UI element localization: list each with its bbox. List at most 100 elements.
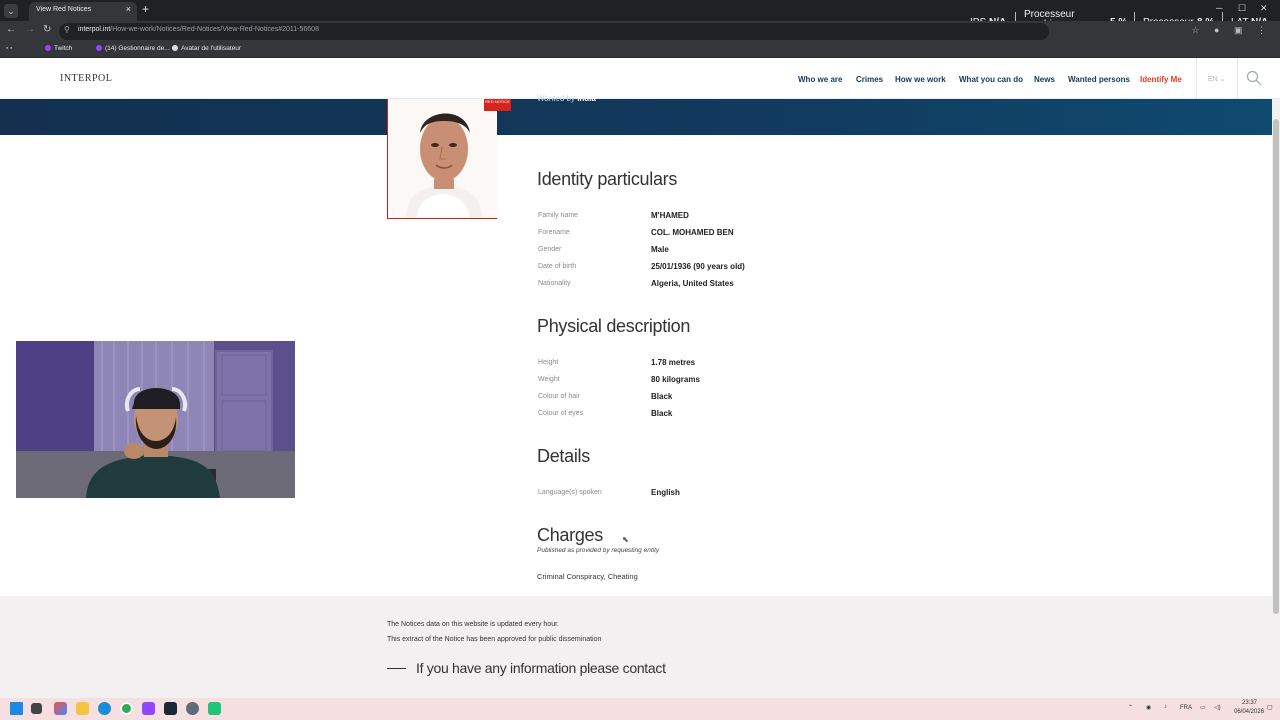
chevron-down-icon: ⌄ — [1219, 76, 1226, 83]
copilot-icon[interactable] — [54, 702, 67, 715]
start-icon[interactable] — [10, 702, 23, 715]
family-name-value: M'HAMED — [651, 211, 689, 220]
maximize-icon[interactable]: ☐ — [1238, 3, 1246, 14]
window-controls: ─ ☐ ✕ — [1208, 0, 1280, 21]
nationality-value: Algeria, United States — [651, 279, 734, 288]
languages-label: Language(s) spoken — [538, 489, 602, 496]
chrome-icon[interactable] — [120, 702, 133, 715]
mouse-cursor-icon: ⬉ — [622, 535, 629, 544]
wanted-person-photo[interactable] — [387, 99, 497, 219]
app-icon[interactable] — [208, 702, 221, 715]
bookmark-avatar[interactable]: Avatar de l'utilisateur — [172, 45, 241, 52]
windows-taskbar: ⌃ ◉ ♪ FRA ▭ ◁) 23:37 06/04/2026 ▢ — [0, 698, 1280, 720]
tab-close-icon[interactable]: × — [126, 4, 131, 14]
physical-section-title: Physical description — [537, 316, 691, 336]
red-notice-tag: RED NOTICE — [484, 99, 511, 111]
twitch-icon — [45, 45, 51, 51]
url-domain: interpol.int — [78, 26, 111, 33]
notifications-icon[interactable]: ▢ — [1267, 704, 1273, 711]
tab-search-button[interactable]: ⌄ — [4, 4, 18, 18]
footer-dash — [387, 668, 406, 669]
eye-colour-value: Black — [651, 409, 673, 418]
bookmark-gestionnaire[interactable]: (14) Gestionnaire de... — [96, 45, 170, 52]
nav-how-we-work[interactable]: How we work — [895, 75, 946, 84]
footer-band — [0, 596, 1272, 698]
footer-approval-note: This extract of the Notice has been appr… — [387, 636, 602, 643]
bookmarks-bar: ▪ ▪ Twitch (14) Gestionnaire de... Avata… — [0, 42, 1280, 58]
nav-crimes[interactable]: Crimes — [856, 75, 883, 84]
forward-icon[interactable]: → — [25, 24, 35, 35]
eye-colour-label: Colour of eyes — [538, 410, 584, 417]
gender-value: Male — [651, 245, 669, 254]
page-scrollbar[interactable] — [1272, 99, 1280, 698]
height-value: 1.78 metres — [651, 358, 696, 367]
identity-section-title: Identity particulars — [537, 169, 678, 189]
twitch-app-icon[interactable] — [142, 702, 155, 715]
reload-icon[interactable]: ↻ — [43, 24, 51, 35]
hair-colour-value: Black — [651, 392, 673, 401]
keyboard-language[interactable]: FRA — [1180, 705, 1192, 711]
charges-text: Criminal Conspiracy, Cheating — [537, 572, 638, 581]
gender-label: Gender — [538, 246, 562, 253]
settings-gear-icon[interactable] — [186, 702, 199, 715]
weight-label: Weight — [538, 376, 560, 383]
wanted-by-country: India — [577, 94, 596, 103]
portrait-image — [388, 99, 497, 218]
minimize-icon[interactable]: ─ — [1216, 3, 1222, 13]
bookmark-label: Avatar de l'utilisateur — [181, 45, 242, 52]
language-selector[interactable]: EN ⌄ — [1196, 58, 1238, 99]
charges-subtitle: Published as provided by requesting enti… — [537, 547, 660, 554]
footer-update-note: The Notices data on this website is upda… — [387, 621, 559, 628]
nav-news[interactable]: News — [1034, 75, 1055, 84]
wanted-by: Wanted by India — [537, 94, 596, 103]
clock-date[interactable]: 06/04/2026 — [1234, 709, 1264, 715]
scrollbar-thumb[interactable] — [1273, 119, 1279, 614]
browser-tab-bar: ⌄ View Red Notices × + ─ ☐ ✕ — [0, 0, 1280, 21]
search-icon[interactable] — [1246, 70, 1262, 86]
details-section-title: Details — [537, 446, 590, 466]
steam-icon[interactable] — [164, 702, 177, 715]
globe-icon — [172, 45, 178, 51]
network-icon[interactable]: ▭ — [1200, 704, 1206, 711]
interpol-logo[interactable]: INTERPOL — [60, 73, 112, 84]
tab-title: View Red Notices — [36, 6, 92, 13]
nav-identify-me[interactable]: Identify Me — [1140, 75, 1182, 84]
notice-header-band — [0, 99, 1272, 135]
height-label: Height — [538, 359, 559, 366]
new-tab-button[interactable]: + — [142, 2, 149, 16]
task-view-icon[interactable] — [31, 703, 42, 714]
apps-icon[interactable]: ▪ ▪ — [6, 45, 12, 52]
nationality-label: Nationality — [538, 280, 571, 287]
url-path: /How-we-work/Notices/Red-Notices/View-Re… — [110, 26, 319, 33]
tray-app-icon[interactable]: ◉ — [1146, 704, 1151, 711]
forename-label: Forename — [538, 229, 570, 236]
address-bar[interactable]: ⚲ interpol.int/How-we-work/Notices/Red-N… — [59, 23, 1049, 40]
bookmark-twitch[interactable]: Twitch — [45, 45, 72, 52]
nav-who-we-are[interactable]: Who we are — [798, 75, 842, 84]
twitch-icon — [96, 45, 102, 51]
tray-chevron-icon[interactable]: ⌃ — [1128, 704, 1133, 711]
bookmark-label: (14) Gestionnaire de... — [105, 45, 170, 52]
back-icon[interactable]: ← — [6, 24, 16, 35]
clock-time[interactable]: 23:37 — [1242, 700, 1257, 706]
nav-what-you-can-do[interactable]: What you can do — [959, 75, 1023, 84]
close-window-icon[interactable]: ✕ — [1260, 3, 1268, 14]
bookmark-label: Twitch — [54, 45, 73, 52]
extension-icons[interactable]: ☆ ● ▣ ⋮ — [1191, 25, 1272, 36]
wanted-by-label: Wanted by — [537, 94, 575, 103]
webcam-feed-image — [16, 341, 295, 498]
language-code: EN — [1208, 76, 1218, 83]
site-info-icon[interactable]: ⚲ — [64, 25, 70, 34]
nav-wanted-persons[interactable]: Wanted persons — [1068, 75, 1130, 84]
site-header: INTERPOL Who we are Crimes How we work W… — [0, 58, 1280, 99]
webcam-overlay — [16, 341, 295, 498]
browser-tab-active[interactable]: View Red Notices × — [29, 2, 137, 21]
language-label: EN ⌄ — [1208, 75, 1226, 83]
edge-icon[interactable] — [98, 702, 111, 715]
url-text: interpol.int/How-we-work/Notices/Red-Not… — [78, 26, 319, 33]
microphone-icon[interactable]: ♪ — [1164, 704, 1167, 710]
file-explorer-icon[interactable] — [76, 702, 89, 715]
languages-value: English — [651, 488, 680, 497]
contact-heading: If you have any information please conta… — [416, 660, 666, 676]
volume-icon[interactable]: ◁) — [1214, 704, 1221, 711]
